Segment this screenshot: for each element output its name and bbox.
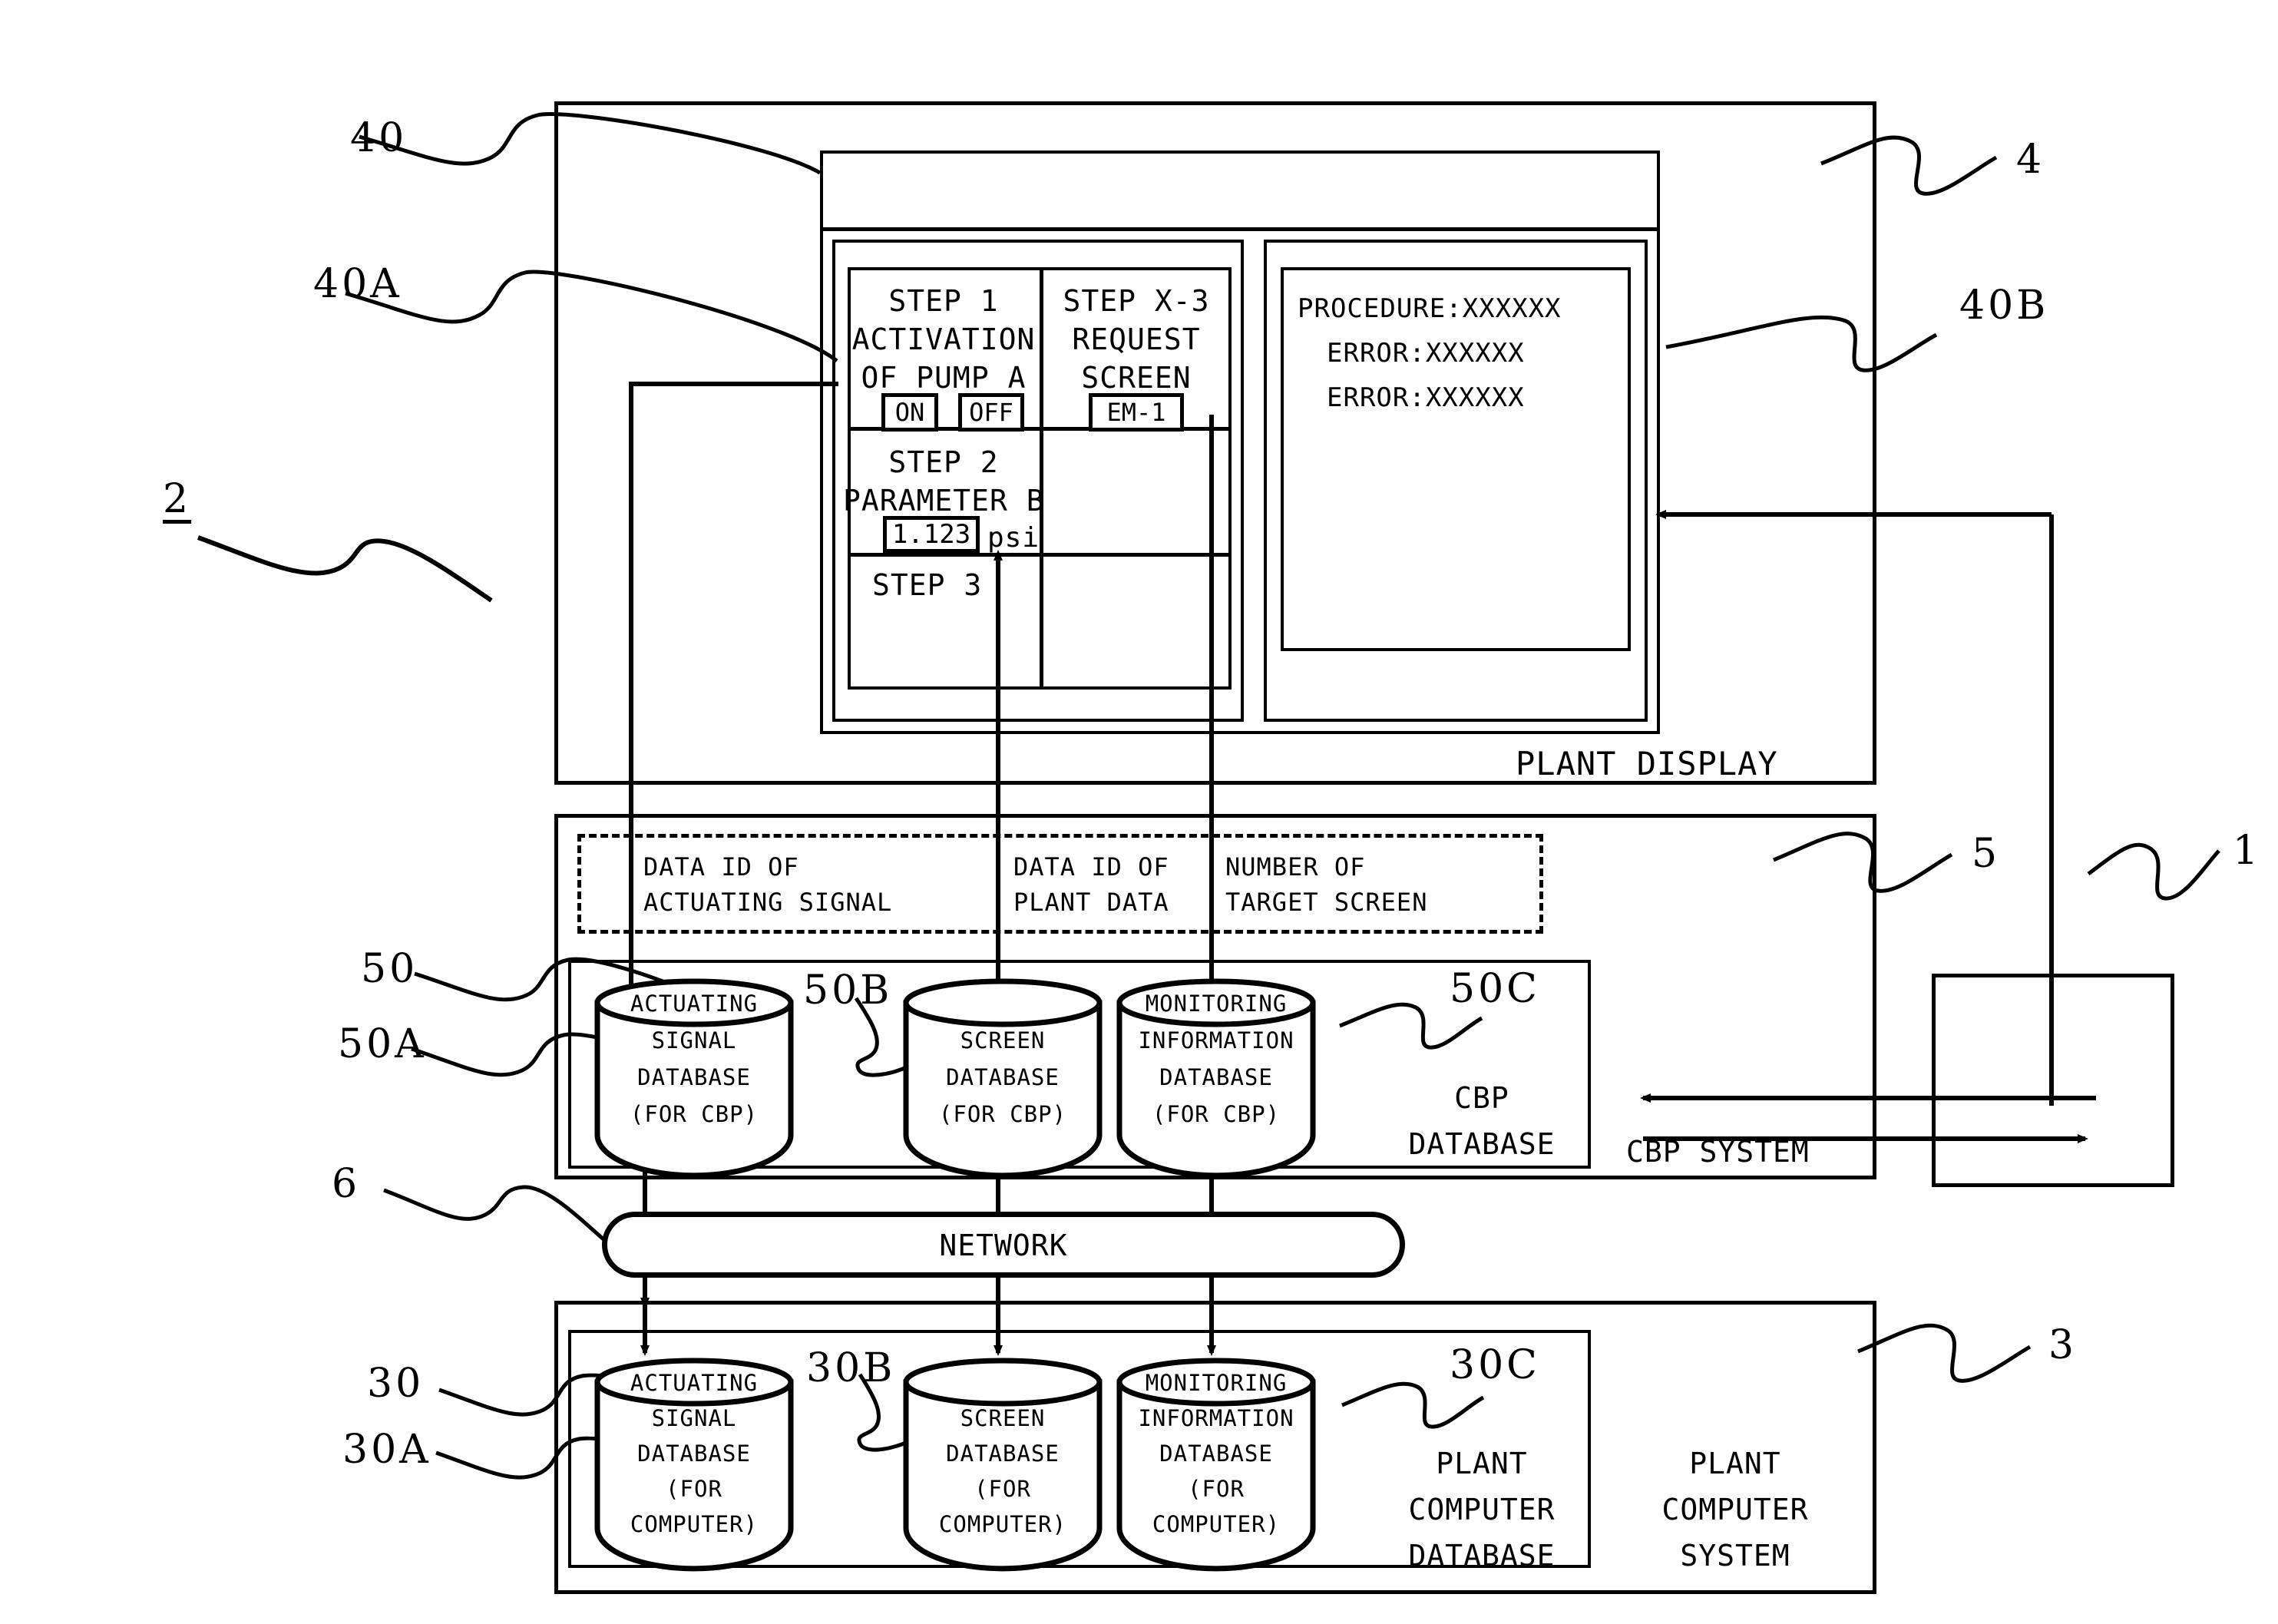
plant-computer-system-caption-line3: SYSTEM xyxy=(1680,1539,1790,1573)
plant-db-c-line4: (FOR xyxy=(1188,1476,1245,1502)
ref-2-assembly: 2 xyxy=(163,476,192,522)
plant-computer-system-caption-line2: COMPUTER xyxy=(1661,1493,1809,1526)
ref-3: 3 xyxy=(2048,1322,2078,1368)
plant-db-a-line5: COMPUTER) xyxy=(630,1511,759,1537)
ref-30: 30 xyxy=(367,1361,425,1407)
ref-5: 5 xyxy=(1972,831,2001,877)
ref-4: 4 xyxy=(2016,137,2045,183)
ref-1: 1 xyxy=(2233,828,2262,874)
external-unit-box xyxy=(1932,974,2174,1187)
plant-database-caption-line3: DATABASE xyxy=(1408,1539,1556,1573)
plant-db-c-line5: COMPUTER) xyxy=(1152,1511,1281,1537)
ref-40a: 40A xyxy=(313,261,402,307)
plant-db-b-line4: (FOR xyxy=(974,1476,1031,1502)
plant-db-c-line3: DATABASE xyxy=(1159,1440,1273,1467)
ref-6: 6 xyxy=(332,1161,361,1207)
plant-db-b-line3: DATABASE xyxy=(946,1440,1060,1467)
plant-db-b-line5: COMPUTER) xyxy=(938,1511,1067,1537)
ref-40: 40 xyxy=(350,115,408,161)
plant-database-caption-line2: COMPUTER xyxy=(1408,1493,1556,1526)
ref-30b: 30B xyxy=(806,1345,896,1391)
ref-50a: 50A xyxy=(338,1021,427,1067)
ref-30a: 30A xyxy=(342,1427,431,1473)
ref-30c: 30C xyxy=(1450,1342,1540,1388)
plant-db-b-line2: SCREEN xyxy=(960,1405,1046,1431)
plant-db-c-line2: INFORMATION xyxy=(1138,1405,1294,1431)
plant-db-c-line1: MONITORING xyxy=(1145,1370,1288,1396)
ref-50: 50 xyxy=(361,946,418,992)
plant-database-caption-line1: PLANT xyxy=(1436,1447,1528,1480)
plant-computer-system-caption-line1: PLANT xyxy=(1689,1447,1781,1480)
plant-db-a-line1: ACTUATING xyxy=(630,1370,759,1396)
plant-db-a-line2: SIGNAL xyxy=(651,1405,737,1431)
ref-40b: 40B xyxy=(1959,283,2049,329)
ref-50b: 50B xyxy=(803,967,893,1014)
ref-50c: 50C xyxy=(1450,966,1540,1012)
plant-db-a-line4: (FOR xyxy=(666,1476,722,1502)
plant-db-a-line3: DATABASE xyxy=(637,1440,751,1467)
figure-canvas: STEP 1 ACTIVATION OF PUMP A ON OFF STEP … xyxy=(0,0,2278,1624)
